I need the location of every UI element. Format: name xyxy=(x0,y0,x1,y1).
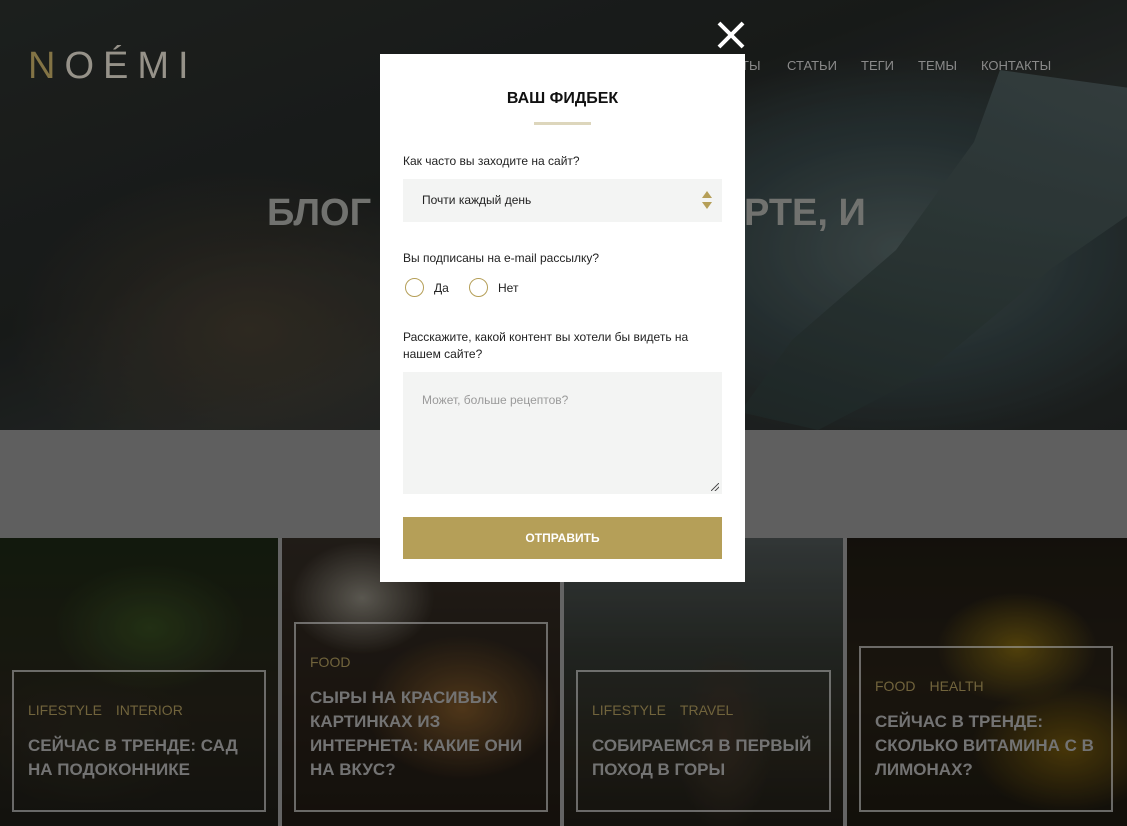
question-content-wish: Расскажите, какой контент вы хотели бы в… xyxy=(403,330,689,361)
radio-no-label: Нет xyxy=(498,280,519,295)
content-wish-textarea[interactable]: Может, больше рецептов? xyxy=(403,372,722,494)
textarea-placeholder: Может, больше рецептов? xyxy=(422,393,569,407)
visit-frequency-select[interactable]: Почти каждый день xyxy=(403,179,722,222)
question-visit-frequency: Как часто вы заходите на сайт? xyxy=(403,154,580,168)
select-arrows-icon xyxy=(702,191,712,211)
title-underline xyxy=(534,122,591,125)
submit-button[interactable]: ОТПРАВИТЬ xyxy=(403,517,722,559)
modal-title: ВАШ ФИДБЕК xyxy=(506,90,619,107)
question-subscription: Вы подписаны на e-mail рассылку? xyxy=(403,251,600,265)
radio-circle-icon[interactable] xyxy=(469,278,488,297)
radio-yes-label: Да xyxy=(434,280,449,295)
radio-circle-icon[interactable] xyxy=(405,278,424,297)
radio-yes[interactable]: Да xyxy=(405,278,449,297)
close-icon[interactable] xyxy=(716,20,746,50)
radio-no[interactable]: Нет xyxy=(469,278,518,297)
feedback-modal: ВАШ ФИДБЕК Как часто вы заходите на сайт… xyxy=(380,54,745,582)
select-value: Почти каждый день xyxy=(422,193,532,207)
resize-grip-icon[interactable] xyxy=(711,483,719,491)
